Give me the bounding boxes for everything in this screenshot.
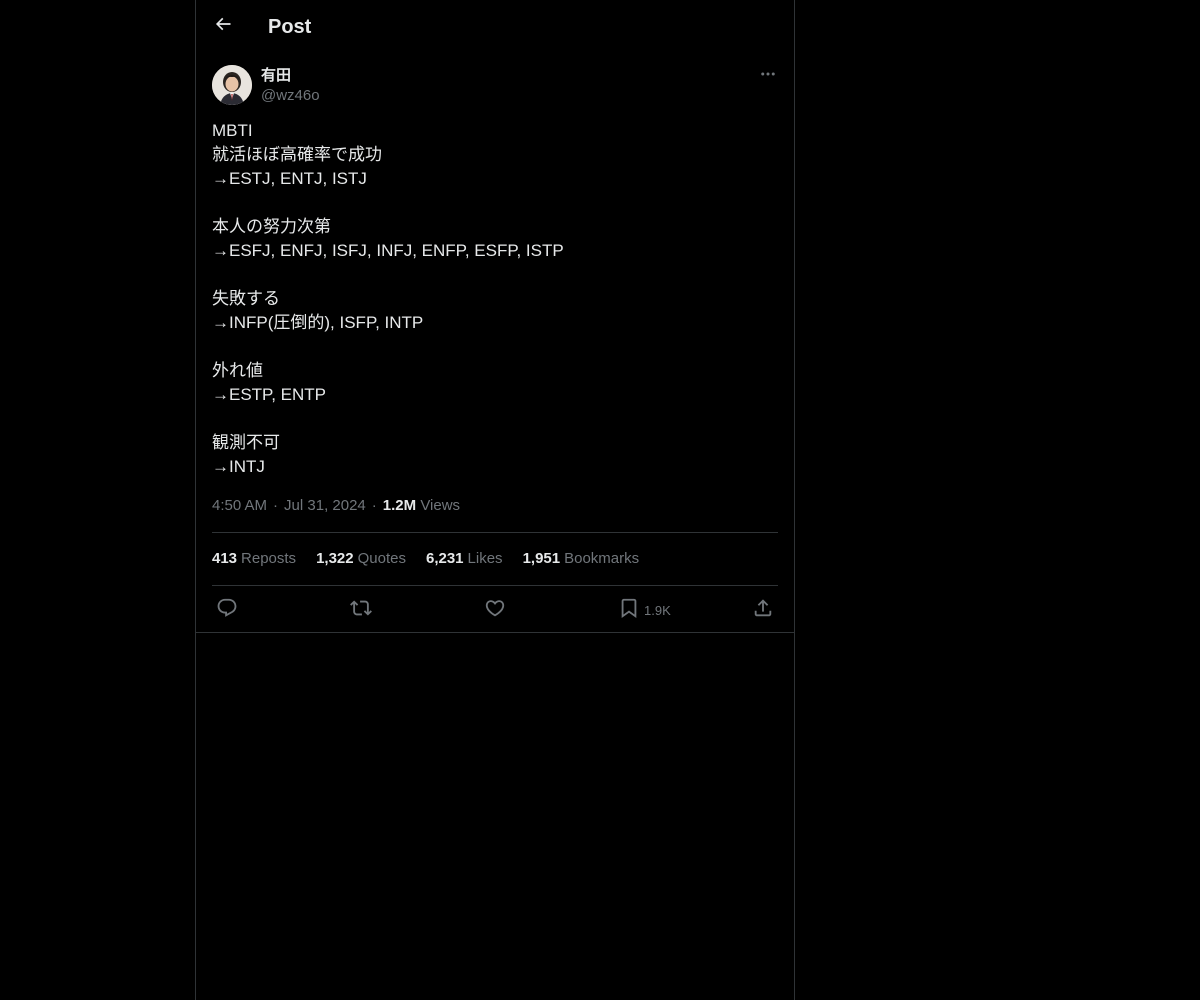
bookmark-count: 1.9K [644, 602, 671, 618]
tweet-line: 観測不可 [212, 433, 280, 452]
retweet-icon [350, 597, 372, 624]
author-handle[interactable]: @wz46o [261, 86, 320, 106]
reposts-count: 413 [212, 550, 238, 567]
tweet-line: →INFP(圧倒的), ISFP, INTP [212, 313, 424, 332]
likes-count: 6,231 [425, 550, 464, 567]
reposts-label: Reposts [241, 550, 297, 567]
more-options-button[interactable] [756, 64, 780, 88]
tweet-line: →INTJ [212, 457, 265, 476]
quotes-stat[interactable]: 1,322 Quotes [316, 549, 406, 569]
reply-icon [216, 597, 238, 624]
bookmarks-count: 1,951 [522, 550, 561, 567]
likes-stat[interactable]: 6,231 Likes [426, 549, 503, 569]
share-icon [752, 597, 774, 624]
divider [212, 585, 778, 586]
bookmark-button[interactable]: 1.9K [618, 596, 671, 624]
meta-separator: · [371, 497, 377, 514]
divider [196, 632, 794, 633]
tweet-line: 就活ほぼ高確率で成功 [212, 145, 382, 164]
tweet-line: 失敗する [212, 289, 280, 308]
bookmarks-label: Bookmarks [564, 550, 640, 567]
likes-label: Likes [467, 550, 503, 567]
tweet-line: →ESTP, ENTP [212, 385, 326, 404]
tweet-time[interactable]: 4:50 AM [212, 497, 267, 514]
tweet-text: MBTI 就活ほぼ高確率で成功 →ESTJ, ENTJ, ISTJ 本人の努力次… [212, 119, 778, 479]
tweet-line: →ESTJ, ENTJ, ISTJ [212, 169, 367, 188]
tweet-line [212, 335, 778, 359]
divider [212, 532, 778, 533]
back-button[interactable] [207, 10, 239, 42]
tweet-line: MBTI [212, 121, 253, 140]
tweet-line: 本人の努力次第 [212, 217, 331, 236]
tweet-line: →ESFJ, ENFJ, ISFJ, INFJ, ENFP, ESFP, IST… [212, 241, 564, 260]
tweet-line [212, 191, 778, 215]
post-header: Post [196, 0, 794, 53]
meta-separator: · [273, 497, 279, 514]
bookmarks-stat[interactable]: 1,951 Bookmarks [523, 549, 640, 569]
post-column: Post 有田 @wz46o MBTI 就活ほぼ高確率で成功 →ESTJ, EN… [195, 0, 795, 1000]
quotes-label: Quotes [357, 550, 406, 567]
bookmark-icon [618, 597, 640, 624]
retweet-button[interactable] [350, 596, 372, 624]
author-display-name[interactable]: 有田 [261, 66, 291, 86]
reply-button[interactable] [216, 596, 238, 624]
more-horizontal-icon [759, 65, 777, 88]
tweet-line [212, 263, 778, 287]
avatar[interactable] [212, 65, 252, 105]
like-button[interactable] [484, 596, 506, 624]
page-title: Post [268, 16, 312, 38]
quotes-count: 1,322 [316, 550, 354, 567]
action-bar: 1.9K [196, 596, 794, 624]
tweet-line [212, 407, 778, 431]
views-count: 1.2M [382, 497, 417, 514]
arrow-left-icon [213, 14, 233, 39]
tweet-line: 外れ値 [212, 361, 263, 380]
engagement-stats: 413 Reposts 1,322 Quotes 6,231 Likes 1,951 B… [212, 549, 659, 569]
tweet-meta: 4:50 AM · Jul 31, 2024 · 1.2M Views [212, 496, 460, 516]
views-label: Views [420, 497, 461, 514]
heart-icon [484, 597, 506, 624]
tweet-date[interactable]: Jul 31, 2024 [284, 497, 366, 514]
share-button[interactable] [752, 596, 774, 624]
reposts-stat[interactable]: 413 Reposts [212, 549, 296, 569]
